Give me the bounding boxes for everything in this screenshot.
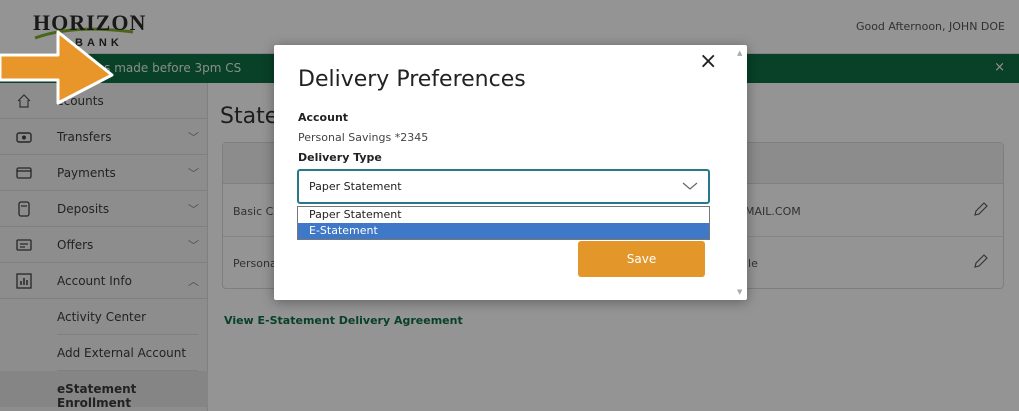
chevron-down-icon [682,182,698,190]
tutorial-arrow-icon [0,30,114,105]
option-e-statement[interactable]: E-Statement [298,223,709,239]
account-value: Personal Savings *2345 [298,131,429,144]
account-label: Account [298,111,349,124]
scroll-up-icon[interactable]: ▲ [737,49,742,57]
delivery-type-options: Paper Statement E-Statement [297,206,710,240]
delivery-preferences-dialog: Delivery Preferences × Account Personal … [274,45,747,300]
option-label: E-Statement [309,224,378,237]
option-label: Paper Statement [309,208,402,221]
save-button[interactable]: Save [578,241,705,277]
dialog-title: Delivery Preferences [298,67,526,92]
option-paper-statement[interactable]: Paper Statement [298,207,709,223]
selected-value: Paper Statement [309,180,402,193]
delivery-type-label: Delivery Type [298,151,382,164]
dialog-scrollbar[interactable]: ▲ ▼ [734,45,747,300]
scroll-down-icon[interactable]: ▼ [737,288,742,296]
close-icon[interactable]: × [699,49,717,74]
delivery-type-select[interactable]: Paper Statement [297,169,710,204]
